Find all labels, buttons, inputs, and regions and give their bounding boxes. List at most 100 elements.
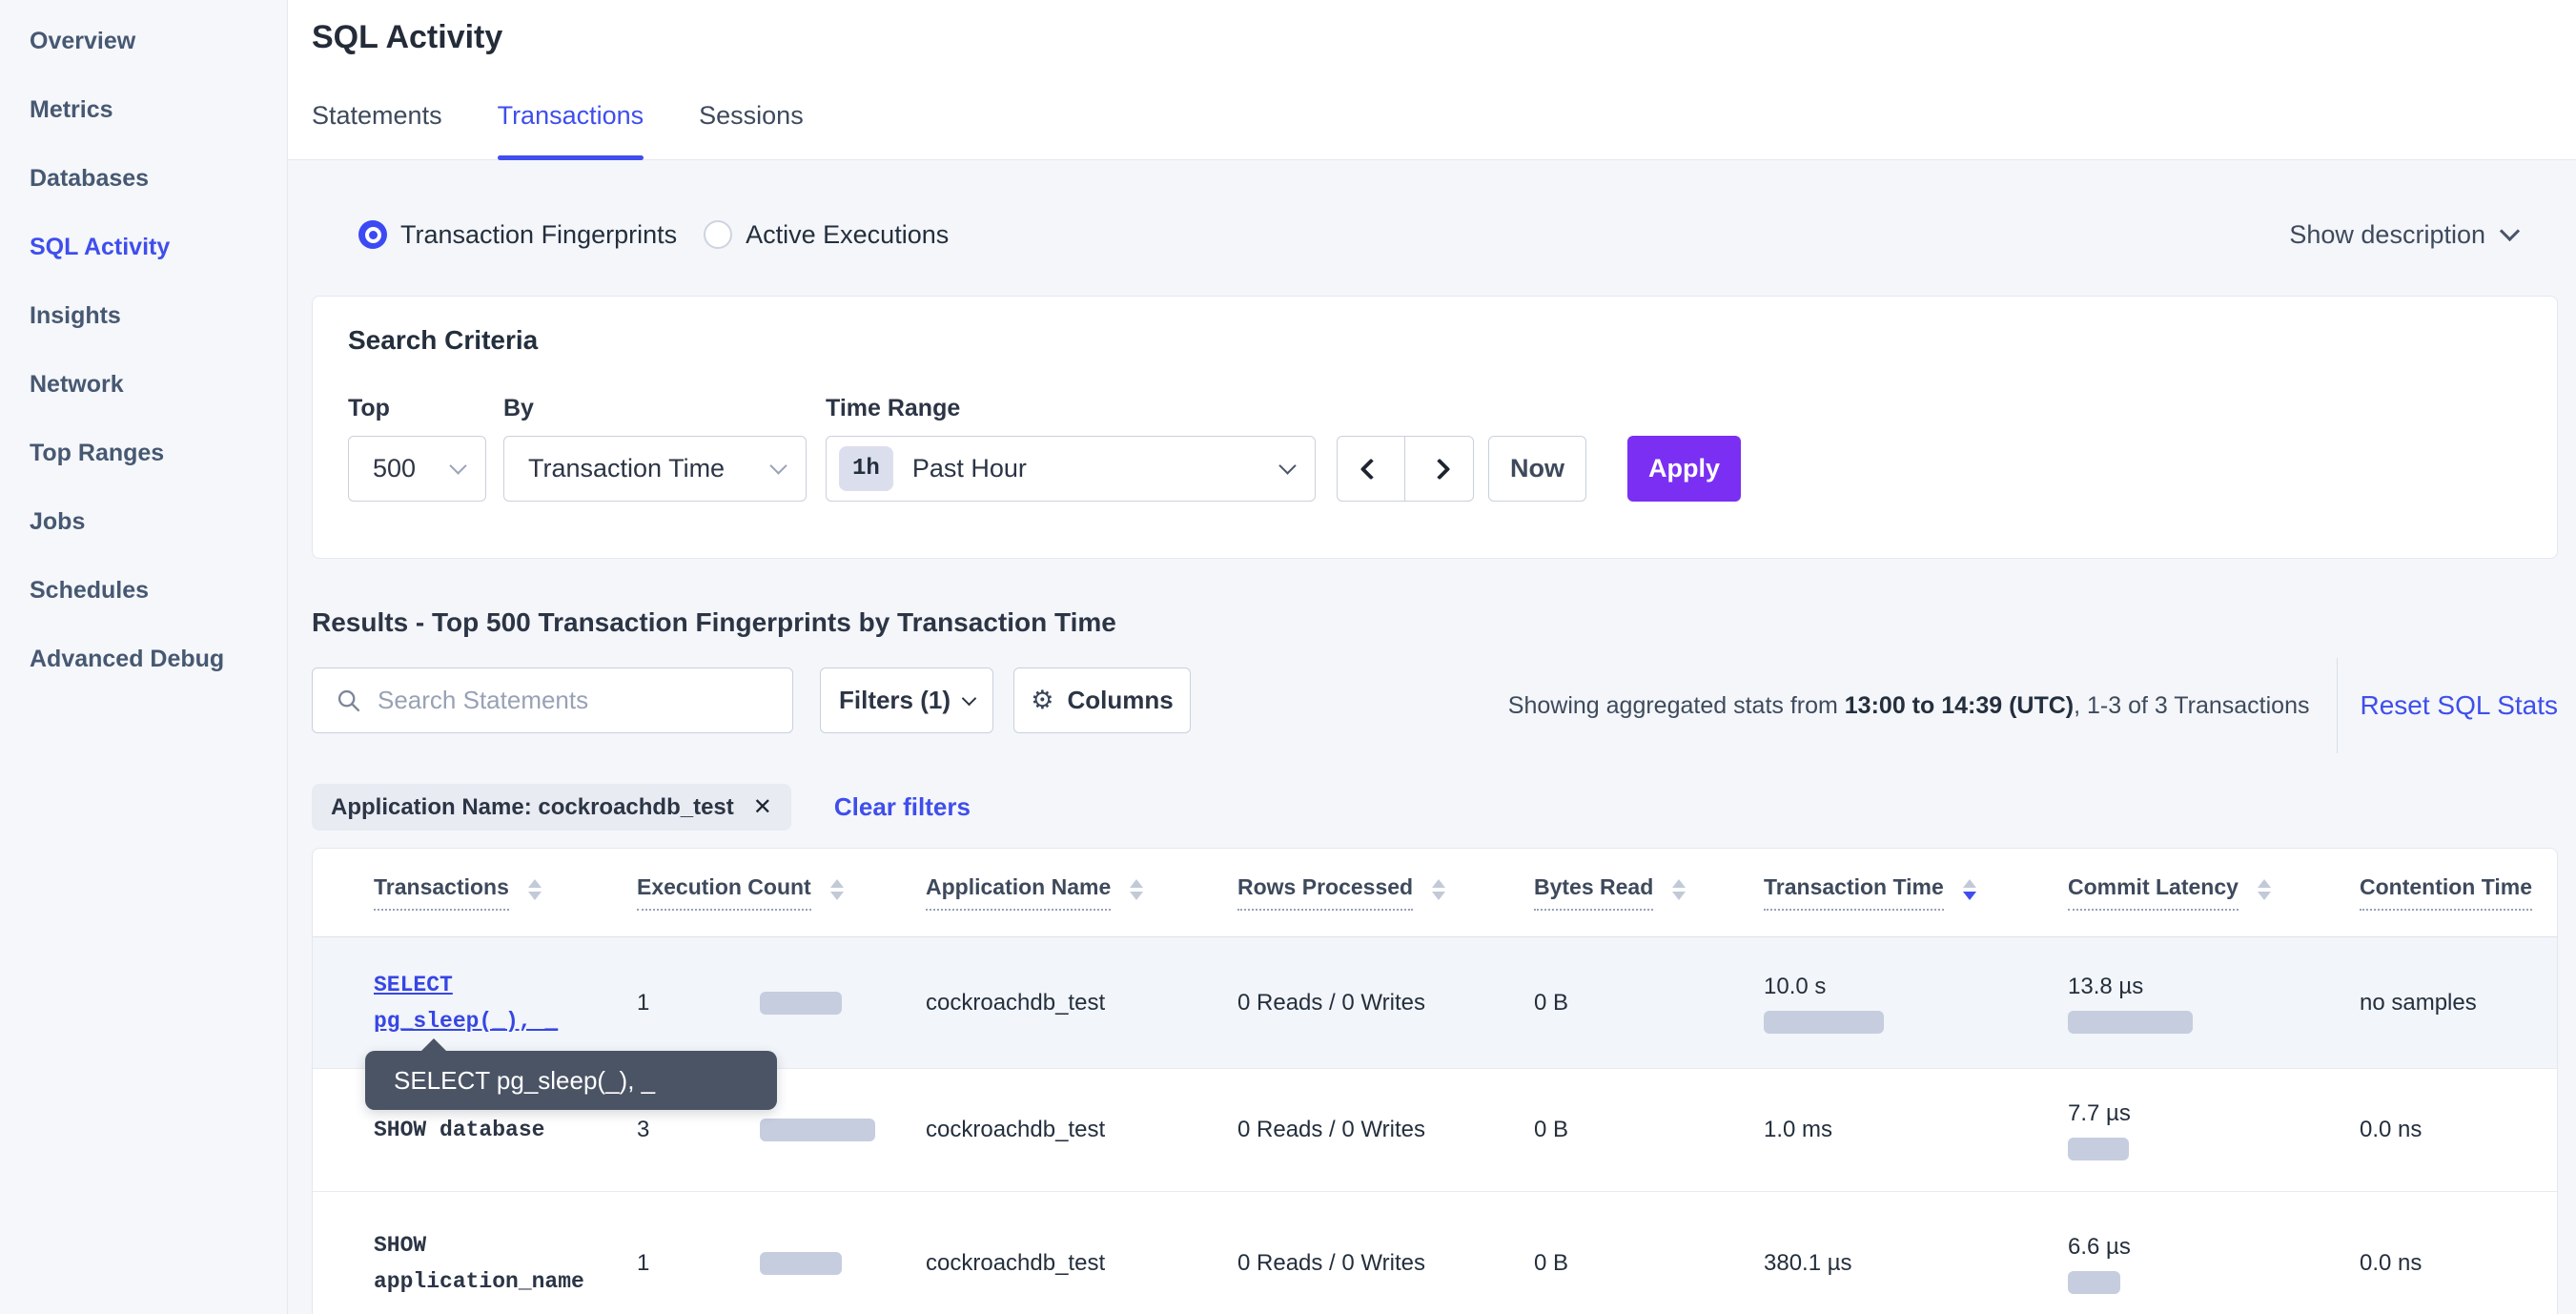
search-criteria-card: Search Criteria Top By Time Range 500 Tr… (312, 296, 2558, 559)
commit-latency-cell: 6.6 µs (2068, 1233, 2360, 1294)
by-label: By (503, 395, 534, 422)
radio-label: Active Executions (746, 220, 949, 250)
apply-button[interactable]: Apply (1627, 436, 1741, 502)
close-icon[interactable]: ✕ (753, 793, 772, 821)
radio-label: Transaction Fingerprints (400, 220, 677, 250)
sidebar-item-schedules[interactable]: Schedules (0, 556, 287, 625)
column-header-execution-count[interactable]: Execution Count (637, 874, 926, 911)
chevron-down-icon (962, 690, 977, 706)
time-range-label: Time Range (826, 395, 960, 422)
execution-count-bar (760, 992, 842, 1015)
radio-unselected-icon[interactable] (704, 220, 732, 249)
top-select[interactable]: 500 (348, 436, 486, 502)
top-label: Top (348, 395, 390, 422)
table-row[interactable]: SELECT pg_sleep(_), _ 1 cockroachdb_test… (313, 937, 2557, 1069)
table-row[interactable]: SHOW application_name 1 cockroachdb_test… (313, 1192, 2557, 1314)
commit-latency-bar (2068, 1138, 2129, 1160)
filters-button[interactable]: Filters (1) (820, 667, 993, 733)
sort-icon (1130, 879, 1143, 900)
filter-chip-label: Application Name: cockroachdb_test (331, 794, 734, 821)
column-header-contention-time[interactable]: Contention Time (2360, 874, 2557, 911)
sidebar-item-jobs[interactable]: Jobs (0, 487, 287, 556)
execution-count-bar (760, 1119, 875, 1141)
rows-processed-cell: 0 Reads / 0 Writes (1237, 1250, 1534, 1277)
search-input[interactable] (378, 686, 740, 715)
execution-count-bar (760, 1252, 842, 1275)
column-header-commit-latency[interactable]: Commit Latency (2068, 874, 2360, 911)
search-box (312, 667, 793, 733)
sidebar-item-sql-activity[interactable]: SQL Activity (0, 213, 287, 281)
show-description-toggle[interactable]: Show description (2289, 197, 2517, 272)
tab-sessions[interactable]: Sessions (699, 101, 804, 159)
sort-icon (830, 879, 844, 900)
radio-transaction-fingerprints[interactable]: Transaction Fingerprints (358, 220, 677, 250)
time-range-badge: 1h (839, 446, 893, 491)
transaction-time-cell: 10.0 s (1764, 973, 2068, 1034)
columns-button[interactable]: ⚙ Columns (1013, 667, 1191, 733)
application-name-cell: cockroachdb_test (926, 1250, 1237, 1277)
bytes-read-cell: 0 B (1534, 1117, 1764, 1143)
previous-time-button[interactable] (1338, 437, 1405, 501)
page-title: SQL Activity (312, 19, 502, 56)
now-button[interactable]: Now (1488, 436, 1586, 502)
search-icon (336, 688, 362, 714)
by-select[interactable]: Transaction Time (503, 436, 807, 502)
rows-processed-cell: 0 Reads / 0 Writes (1237, 990, 1534, 1016)
radio-selected-icon[interactable] (358, 220, 387, 249)
filter-chip-application-name[interactable]: Application Name: cockroachdb_test ✕ (312, 784, 791, 831)
columns-label: Columns (1067, 686, 1173, 715)
sidebar-item-databases[interactable]: Databases (0, 144, 287, 213)
execution-count-cell: 3 (637, 1117, 926, 1143)
reset-sql-stats-link[interactable]: Reset SQL Stats (2361, 690, 2559, 721)
bytes-read-cell: 0 B (1534, 1250, 1764, 1277)
transaction-time-cell: 1.0 ms (1764, 1116, 2068, 1144)
tab-statements[interactable]: Statements (312, 101, 442, 159)
column-header-bytes-read[interactable]: Bytes Read (1534, 874, 1764, 911)
sort-icon (1432, 879, 1445, 900)
filter-chip-row: Application Name: cockroachdb_test ✕ Cle… (312, 784, 971, 831)
radio-active-executions[interactable]: Active Executions (704, 220, 949, 250)
commit-latency-bar (2068, 1011, 2193, 1034)
filters-label: Filters (1) (839, 686, 951, 715)
time-nav-buttons (1337, 436, 1474, 502)
time-range-select[interactable]: 1h Past Hour (826, 436, 1316, 502)
sidebar-item-insights[interactable]: Insights (0, 281, 287, 350)
search-criteria-title: Search Criteria (348, 325, 538, 356)
chevron-right-icon (1428, 458, 1450, 480)
stats-group: Showing aggregated stats from 13:00 to 1… (1508, 658, 2558, 753)
column-header-rows-processed[interactable]: Rows Processed (1237, 874, 1534, 911)
results-heading: Results - Top 500 Transaction Fingerprin… (312, 607, 1116, 638)
tab-transactions[interactable]: Transactions (498, 101, 644, 159)
transaction-fingerprint[interactable]: SHOW application_name (374, 1227, 637, 1300)
column-header-transactions[interactable]: Transactions (374, 874, 637, 911)
sidebar-item-overview[interactable]: Overview (0, 7, 287, 75)
transaction-fingerprint[interactable]: SHOW database (374, 1112, 637, 1148)
application-name-cell: cockroachdb_test (926, 990, 1237, 1016)
contention-time-cell: 0.0 ns (2360, 1250, 2557, 1277)
vertical-divider (2337, 658, 2338, 753)
column-header-transaction-time[interactable]: Transaction Time (1764, 874, 2068, 911)
sidebar-item-metrics[interactable]: Metrics (0, 75, 287, 144)
query-tooltip: SELECT pg_sleep(_), _ (365, 1051, 777, 1110)
sidebar-item-advanced-debug[interactable]: Advanced Debug (0, 625, 287, 693)
sidebar-nav: Overview Metrics Databases SQL Activity … (0, 0, 288, 1314)
transaction-fingerprint-link[interactable]: SELECT pg_sleep(_), _ (374, 967, 637, 1039)
time-range-value: Past Hour (912, 454, 1027, 483)
sidebar-item-top-ranges[interactable]: Top Ranges (0, 419, 287, 487)
page-header: SQL Activity Statements Transactions Ses… (288, 0, 2576, 160)
commit-latency-bar (2068, 1271, 2120, 1294)
commit-latency-cell: 7.7 µs (2068, 1099, 2360, 1160)
contention-time-cell: no samples (2360, 990, 2557, 1016)
clear-filters-link[interactable]: Clear filters (834, 792, 971, 822)
top-select-value: 500 (373, 454, 416, 483)
transaction-time-bar (1764, 1011, 1884, 1034)
column-header-application-name[interactable]: Application Name (926, 874, 1237, 911)
next-time-button[interactable] (1405, 437, 1473, 501)
gear-icon: ⚙ (1031, 688, 1053, 713)
sql-activity-page: Overview Metrics Databases SQL Activity … (0, 0, 2576, 1314)
query-tooltip-text: SELECT pg_sleep(_), _ (394, 1066, 655, 1096)
sidebar-item-network[interactable]: Network (0, 350, 287, 419)
chevron-down-icon (449, 457, 466, 474)
view-toggle: Transaction Fingerprints Active Executio… (358, 197, 949, 272)
by-select-value: Transaction Time (528, 454, 725, 483)
